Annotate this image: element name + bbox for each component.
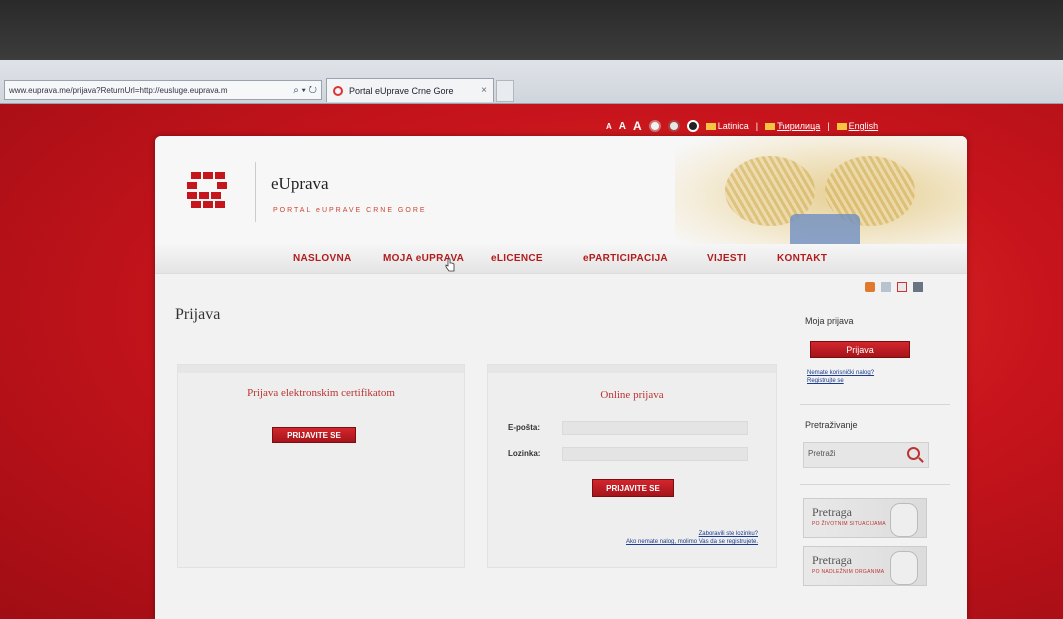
pdf-icon[interactable] (897, 282, 907, 292)
favicon-icon (333, 85, 343, 96)
speech-bubble-icon (890, 551, 918, 585)
euprava-logo[interactable] (187, 172, 229, 208)
page-title: Prijava (175, 306, 221, 323)
email-field[interactable] (562, 421, 748, 435)
password-field[interactable] (562, 447, 748, 461)
contrast-red-icon[interactable] (667, 120, 680, 132)
flag-icon (765, 123, 776, 131)
main-nav: NASLOVNA MOJA eUPRAVA eLICENCE ePARTICIP… (155, 244, 967, 274)
font-small-button[interactable]: A (606, 122, 612, 131)
lang-cyrillic-link[interactable]: Ћирилица (765, 121, 820, 131)
sidebar-no-account-link[interactable]: Nemate korisnički nalog? (807, 370, 927, 376)
rss-icon[interactable] (865, 282, 875, 292)
tab-title: Portal eUprave Crne Gore (349, 85, 454, 96)
logo-divider (255, 162, 256, 222)
lang-english-link[interactable]: English (836, 121, 878, 131)
my-login-title: Moja prijava (805, 316, 854, 326)
browser-tab[interactable]: Portal eUprave Crne Gore × (326, 78, 494, 102)
promo-title: Pretraga (812, 553, 852, 567)
flag-icon (705, 123, 716, 131)
brand-tagline: PORTAL eUPRAVE CRNE GORE (273, 207, 427, 214)
certificate-login-box: Prijava elektronskim certifikatom PRIJAV… (177, 364, 465, 568)
online-login-button[interactable]: PRIJAVITE SE (592, 479, 674, 497)
sidebar-login-button[interactable]: Prijava (810, 341, 910, 358)
promo-subtitle: PO NADLEŽNIM ORGANIMA (812, 569, 885, 575)
close-icon[interactable]: × (481, 85, 487, 96)
certificate-login-title: Prijava elektronskim certifikatom (247, 387, 395, 399)
register-link[interactable]: Ako nemate nalog, molimo Vas da se regis… (528, 539, 758, 545)
font-large-button[interactable]: A (633, 119, 642, 133)
site-header: eUprava PORTAL eUPRAVE CRNE GORE (155, 136, 967, 244)
email-label: E-pošta: (508, 423, 540, 432)
online-login-title: Online prijava (600, 389, 664, 401)
utility-bar: A A A Latinica | Ћирилица | English (606, 119, 879, 133)
address-bar[interactable]: www.euprava.me/prijava?ReturnUrl=http://… (4, 80, 322, 100)
nav-item-naslovna[interactable]: NASLOVNA (293, 253, 352, 264)
online-login-box: Online prijava E-pošta: Lozinka: PRIJAVI… (487, 364, 777, 568)
font-medium-button[interactable]: A (619, 121, 626, 132)
brand-name: eUprava (271, 174, 329, 193)
search-title: Pretraživanje (805, 420, 858, 430)
hand-cursor-icon (445, 258, 455, 272)
monitor-bezel (0, 0, 1063, 60)
sidebar-divider (800, 404, 950, 405)
certificate-login-button[interactable]: PRIJAVITE SE (272, 427, 356, 443)
search-by-life-situation-banner[interactable]: Pretraga PO ŽIVOTNIM SITUACIJAMA (803, 498, 927, 538)
new-tab-button[interactable] (496, 80, 514, 102)
sidebar-register-link[interactable]: Registrujte se (807, 378, 927, 384)
nav-item-vijesti[interactable]: VIJESTI (707, 253, 746, 264)
browser-chrome: www.euprava.me/prijava?ReturnUrl=http://… (0, 60, 1063, 104)
mail-icon[interactable] (881, 282, 891, 292)
forgot-password-link[interactable]: Zaboravili ste lozinku? (568, 531, 758, 537)
lang-latin-link[interactable]: Latinica (705, 121, 749, 131)
address-url[interactable]: www.euprava.me/prijava?ReturnUrl=http://… (9, 86, 289, 95)
flag-icon (836, 123, 847, 131)
print-icon[interactable] (913, 282, 923, 292)
contrast-dark-icon[interactable] (686, 120, 699, 132)
nav-item-elicence[interactable]: eLICENCE (491, 253, 543, 264)
contrast-default-icon[interactable] (648, 120, 661, 132)
page-tools (865, 282, 923, 292)
speech-bubble-icon (890, 503, 918, 537)
promo-title: Pretraga (812, 505, 852, 519)
main-container: eUprava PORTAL eUPRAVE CRNE GORE NASLOVN… (155, 136, 967, 619)
search-by-authority-banner[interactable]: Pretraga PO NADLEŽNIM ORGANIMA (803, 546, 927, 586)
password-label: Lozinka: (508, 449, 541, 458)
address-actions-icon[interactable]: ⌕ ▾ ↻ (293, 85, 317, 96)
emblem-shield (790, 214, 860, 244)
search-icon[interactable] (907, 447, 920, 460)
nav-item-kontakt[interactable]: KONTAKT (777, 253, 827, 264)
nav-item-eparticipacija[interactable]: ePARTICIPACIJA (583, 253, 668, 264)
coat-of-arms-image (675, 136, 967, 244)
sidebar-divider (800, 484, 950, 485)
promo-subtitle: PO ŽIVOTNIM SITUACIJAMA (812, 521, 886, 527)
